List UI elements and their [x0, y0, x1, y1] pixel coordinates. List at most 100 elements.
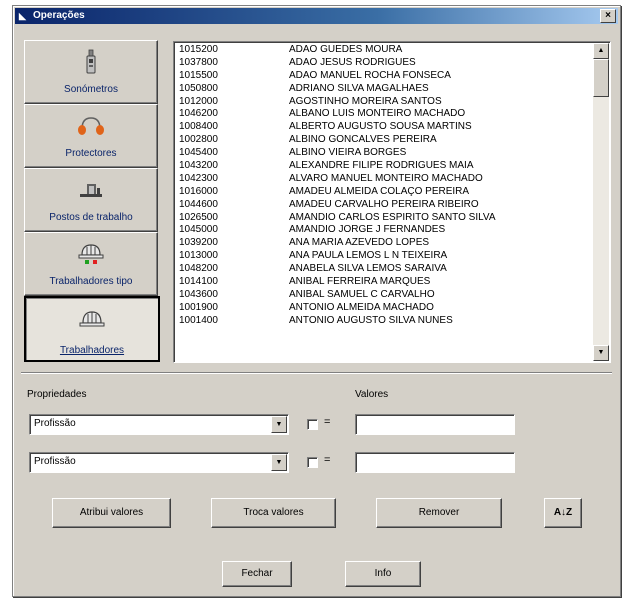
- nav-workers-button[interactable]: Trabalhadores: [24, 296, 160, 362]
- workers-listbox[interactable]: 1015200 ADAO GUEDES MOURA 1037800 ADAO JESU…: [173, 41, 611, 363]
- worker-code: 1001400: [179, 314, 218, 326]
- title-bar[interactable]: ◣ Operações ×: [15, 8, 618, 24]
- worker-name: ANIBAL SAMUEL C CARVALHO: [289, 288, 435, 300]
- worker-code: 1045400: [179, 147, 218, 159]
- list-item[interactable]: 1048200 ANABELA SILVA LEMOS SARAIVA: [179, 263, 590, 276]
- list-item[interactable]: 1046200 ALBANO LUIS MONTEIRO MACHADO: [179, 108, 590, 121]
- list-item[interactable]: 1045400 ALBINO VIEIRA BORGES: [179, 147, 590, 160]
- nav-label: Trabalhadores: [59, 345, 125, 356]
- operations-window: ◣ Operações × Sonómetros Protectores Pos…: [12, 5, 621, 597]
- chevron-down-icon[interactable]: ▼: [271, 416, 287, 433]
- nav-label: Postos de trabalho: [49, 212, 133, 223]
- list-item[interactable]: 1001400 ANTONIO AUGUSTO SILVA NUNES: [179, 315, 590, 328]
- values-label: Valores: [355, 389, 389, 400]
- worker-name: ANTONIO AUGUSTO SILVA NUNES: [289, 314, 453, 326]
- worker-name: ANTONIO ALMEIDA MACHADO: [289, 301, 434, 313]
- scroll-down-icon[interactable]: ▼: [593, 345, 609, 361]
- worker-code: 1016000: [179, 185, 218, 197]
- close-button[interactable]: ×: [600, 9, 616, 23]
- property-select-value: Profissão: [34, 418, 76, 429]
- vertical-scrollbar[interactable]: ▲ ▼: [593, 43, 609, 361]
- hardhat-icon: [26, 306, 158, 332]
- close-form-button[interactable]: Fechar: [222, 561, 292, 587]
- list-item[interactable]: 1044600 AMADEU CARVALHO PEREIRA RIBEIRO: [179, 199, 590, 212]
- worker-name: ANA PAULA LEMOS L N TEIXEIRA: [289, 250, 448, 262]
- worker-code: 1042300: [179, 172, 218, 184]
- worker-code: 1037800: [179, 56, 218, 68]
- list-item[interactable]: 1001900 ANTONIO ALMEIDA MACHADO: [179, 302, 590, 315]
- list-item[interactable]: 1013000 ANA PAULA LEMOS L N TEIXEIRA: [179, 250, 590, 263]
- list-item[interactable]: 1015200 ADAO GUEDES MOURA: [179, 44, 590, 57]
- property-select-1[interactable]: Profissão ▼: [29, 414, 289, 435]
- worker-name: ADRIANO SILVA MAGALHAES: [289, 82, 429, 94]
- worker-code: 1014100: [179, 276, 218, 288]
- nav-worker-types-button[interactable]: Trabalhadores tipo: [24, 232, 158, 296]
- worker-code: 1012000: [179, 95, 218, 107]
- workers-list: 1015200 ADAO GUEDES MOURA 1037800 ADAO JESU…: [179, 44, 590, 328]
- condition-checkbox-1[interactable]: [307, 419, 318, 430]
- worker-code: 1002800: [179, 134, 218, 146]
- worker-name: ALVARO MANUEL MONTEIRO MACHADO: [289, 172, 483, 184]
- nav-label: Protectores: [65, 148, 117, 159]
- property-select-2[interactable]: Profissão ▼: [29, 452, 289, 473]
- chevron-down-icon[interactable]: ▼: [271, 454, 287, 471]
- worker-code: 1001900: [179, 301, 218, 313]
- value-input-2[interactable]: [355, 452, 515, 473]
- properties-label: Propriedades: [27, 389, 87, 400]
- swap-values-button[interactable]: Troca valores: [211, 498, 336, 528]
- worker-name: AMADEU ALMEIDA COLAÇO PEREIRA: [289, 185, 470, 197]
- worker-name: ADAO MANUEL ROCHA FONSECA: [289, 69, 451, 81]
- list-item[interactable]: 1014100 ANIBAL FERREIRA MARQUES: [179, 276, 590, 289]
- list-item[interactable]: 1012000 AGOSTINHO MOREIRA SANTOS: [179, 96, 590, 109]
- list-item[interactable]: 1008400 ALBERTO AUGUSTO SOUSA MARTINS: [179, 121, 590, 134]
- divider: [21, 372, 612, 374]
- equals-sign: =: [324, 416, 331, 428]
- headphones-icon: [25, 113, 157, 139]
- worker-code: 1039200: [179, 237, 218, 249]
- list-item[interactable]: 1026500 AMANDIO CARLOS ESPIRITO SANTO SIL…: [179, 212, 590, 225]
- worker-code: 1015200: [179, 44, 218, 55]
- list-item[interactable]: 1050800 ADRIANO SILVA MAGALHAES: [179, 83, 590, 96]
- status-dots-icon: [85, 260, 97, 264]
- value-input-1[interactable]: [355, 414, 515, 435]
- worker-code: 1048200: [179, 263, 218, 275]
- worker-code: 1050800: [179, 82, 218, 94]
- worker-code: 1044600: [179, 198, 218, 210]
- assign-values-button[interactable]: Atribui valores: [52, 498, 171, 528]
- worker-code: 1015500: [179, 69, 218, 81]
- worker-name: ALBERTO AUGUSTO SOUSA MARTINS: [289, 121, 472, 133]
- worker-code: 1043200: [179, 160, 218, 172]
- scroll-up-icon[interactable]: ▲: [593, 43, 609, 59]
- worker-name: ALBINO VIEIRA BORGES: [289, 147, 407, 159]
- sort-icon[interactable]: A↓Z: [544, 498, 582, 528]
- info-button[interactable]: Info: [345, 561, 421, 587]
- category-panel: Sonómetros Protectores Postos de trabalh…: [24, 36, 164, 364]
- condition-checkbox-2[interactable]: [307, 457, 318, 468]
- worker-name: ADAO GUEDES MOURA: [289, 44, 403, 55]
- worker-code: 1008400: [179, 121, 218, 133]
- worker-code: 1046200: [179, 108, 218, 120]
- nav-workstations-button[interactable]: Postos de trabalho: [24, 168, 158, 232]
- worker-name: ADAO JESUS RODRIGUES: [289, 56, 416, 68]
- worker-name: AMANDIO CARLOS ESPIRITO SANTO SILVA: [289, 211, 496, 223]
- worker-name: ANABELA SILVA LEMOS SARAIVA: [289, 263, 447, 275]
- worker-name: ALBANO LUIS MONTEIRO MACHADO: [289, 108, 466, 120]
- worker-name: AMANDIO JORGE J FERNANDES: [289, 224, 446, 236]
- list-item[interactable]: 1002800 ALBINO GONCALVES PEREIRA: [179, 134, 590, 147]
- list-item[interactable]: 1015500 ADAO MANUEL ROCHA FONSECA: [179, 70, 590, 83]
- nav-protectors-button[interactable]: Protectores: [24, 104, 158, 168]
- list-item[interactable]: 1045000 AMANDIO JORGE J FERNANDES: [179, 224, 590, 237]
- list-item[interactable]: 1042300 ALVARO MANUEL MONTEIRO MACHADO: [179, 173, 590, 186]
- nav-sonometers-button[interactable]: Sonómetros: [24, 40, 158, 104]
- equals-sign: =: [324, 454, 331, 466]
- property-select-value: Profissão: [34, 456, 76, 467]
- list-item[interactable]: 1043200 ALEXANDRE FILIPE RODRIGUES MAIA: [179, 160, 590, 173]
- list-item[interactable]: 1043600 ANIBAL SAMUEL C CARVALHO: [179, 289, 590, 302]
- worker-code: 1043600: [179, 288, 218, 300]
- list-item[interactable]: 1016000 AMADEU ALMEIDA COLAÇO PEREIRA: [179, 186, 590, 199]
- list-item[interactable]: 1039200 ANA MARIA AZEVEDO LOPES: [179, 237, 590, 250]
- scroll-thumb[interactable]: [593, 59, 609, 97]
- list-item[interactable]: 1037800 ADAO JESUS RODRIGUES: [179, 57, 590, 70]
- worker-code: 1045000: [179, 224, 218, 236]
- remove-button[interactable]: Remover: [376, 498, 502, 528]
